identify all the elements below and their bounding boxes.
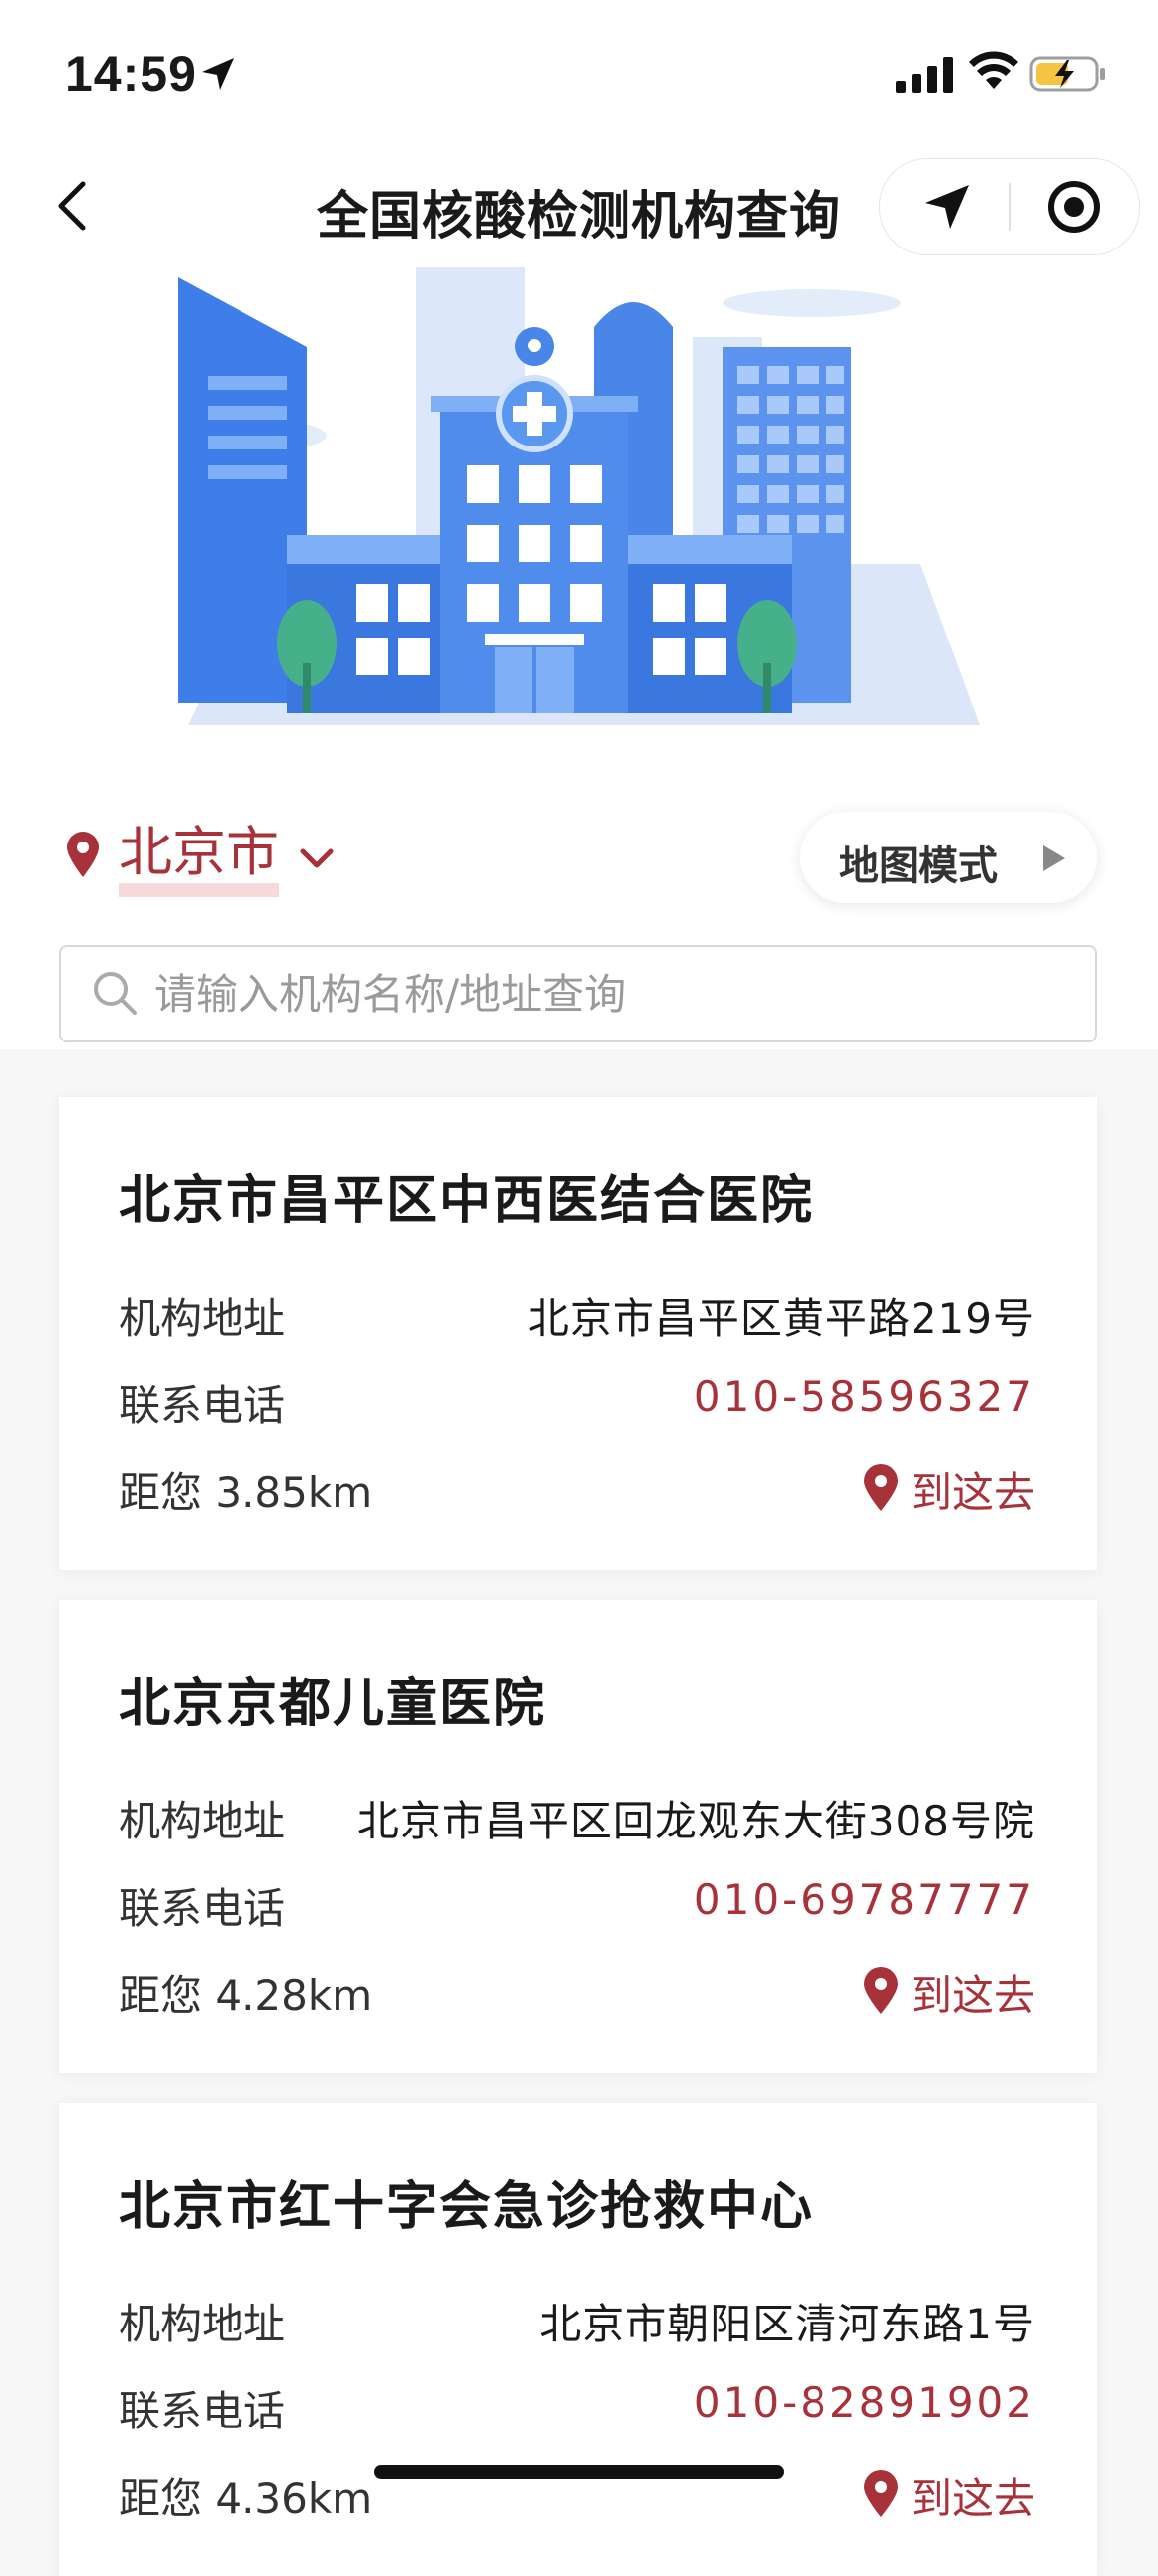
location-arrow-icon <box>202 58 234 90</box>
navigate-label: 到这去 <box>910 1468 1035 1517</box>
distance-text: 距您 3.85km <box>119 1468 373 1517</box>
navigate-button[interactable]: 到这去 <box>863 1459 1035 1520</box>
navigate-button[interactable]: 到这去 <box>863 2465 1035 2526</box>
map-pin-icon <box>863 2470 898 2517</box>
phone-row: 联系电话 010-82891902 <box>119 2378 1035 2435</box>
institution-name: 北京京都儿童医院 <box>119 1674 547 1734</box>
mini-program-capsule <box>879 158 1140 255</box>
phone-label: 联系电话 <box>119 1884 286 1932</box>
address-value: 北京市昌平区黄平路219号 <box>527 1294 1035 1342</box>
status-bar: 14:59 <box>0 0 1158 149</box>
phone-link[interactable]: 010-69787777 <box>694 1875 1035 1924</box>
institution-card[interactable]: 北京市红十字会急诊抢救中心 机构地址 北京市朝阳区清河东路1号 联系电话 010… <box>59 2103 1097 2576</box>
address-row: 机构地址 北京市昌平区回龙观东大街308号院 <box>119 1788 1035 1845</box>
navigate-label: 到这去 <box>910 1971 1035 2020</box>
phone-row: 联系电话 010-69787777 <box>119 1875 1035 1932</box>
map-pin-icon <box>863 1464 898 1511</box>
address-value: 北京市昌平区回龙观东大街308号院 <box>356 1797 1035 1845</box>
search-box[interactable] <box>59 945 1097 1042</box>
wifi-icon <box>969 51 1018 89</box>
capsule-divider <box>1009 183 1011 231</box>
battery-charging-icon <box>1029 56 1105 92</box>
distance-row: 距您 3.85km 到这去 <box>119 1459 1035 1517</box>
target-icon[interactable] <box>1046 179 1102 235</box>
distance-text: 距您 4.28km <box>119 1971 373 2020</box>
address-label: 机构地址 <box>119 2300 286 2348</box>
search-area <box>0 941 1158 1049</box>
city-bar: 北京市 地图模式 <box>0 782 1158 941</box>
home-indicator[interactable] <box>374 2465 784 2479</box>
institution-name: 北京市昌平区中西医结合医院 <box>119 1171 815 1231</box>
nav-bar: 全国核酸检测机构查询 <box>0 149 1158 267</box>
map-pin-icon <box>863 1967 898 2014</box>
map-mode-label: 地图模式 <box>839 843 998 889</box>
address-row: 机构地址 北京市朝阳区清河东路1号 <box>119 2291 1035 2348</box>
phone-link[interactable]: 010-58596327 <box>694 1372 1035 1421</box>
institution-card[interactable]: 北京京都儿童医院 机构地址 北京市昌平区回龙观东大街308号院 联系电话 010… <box>59 1600 1097 2073</box>
navigate-label: 到这去 <box>910 2474 1035 2523</box>
map-mode-button[interactable]: 地图模式 <box>800 812 1097 903</box>
search-icon <box>94 972 137 1015</box>
chevron-down-icon[interactable] <box>297 843 337 873</box>
phone-label: 联系电话 <box>119 1381 286 1430</box>
distance-row: 距您 4.28km 到这去 <box>119 1962 1035 2020</box>
phone-link[interactable]: 010-82891902 <box>694 2378 1035 2427</box>
city-selector[interactable]: 北京市 <box>119 822 279 897</box>
play-triangle-icon <box>1043 845 1065 871</box>
phone-label: 联系电话 <box>119 2387 286 2435</box>
address-row: 机构地址 北京市昌平区黄平路219号 <box>119 1285 1035 1342</box>
phone-row: 联系电话 010-58596327 <box>119 1372 1035 1430</box>
status-time: 14:59 <box>65 47 197 102</box>
address-value: 北京市朝阳区清河东路1号 <box>539 2300 1035 2348</box>
navigate-button[interactable]: 到这去 <box>863 1962 1035 2023</box>
institution-name: 北京市红十字会急诊抢救中心 <box>119 2177 815 2236</box>
map-pin-icon <box>67 832 99 877</box>
address-label: 机构地址 <box>119 1797 286 1845</box>
navigate-icon[interactable] <box>921 181 973 233</box>
hospital-illustration <box>178 267 980 725</box>
search-input[interactable] <box>152 957 1047 1031</box>
institution-card[interactable]: 北京市昌平区中西医结合医院 机构地址 北京市昌平区黄平路219号 联系电话 01… <box>59 1097 1097 1570</box>
distance-text: 距您 4.36km <box>119 2474 373 2523</box>
address-label: 机构地址 <box>119 1294 286 1342</box>
banner <box>0 267 1158 782</box>
signal-icon <box>896 57 953 93</box>
